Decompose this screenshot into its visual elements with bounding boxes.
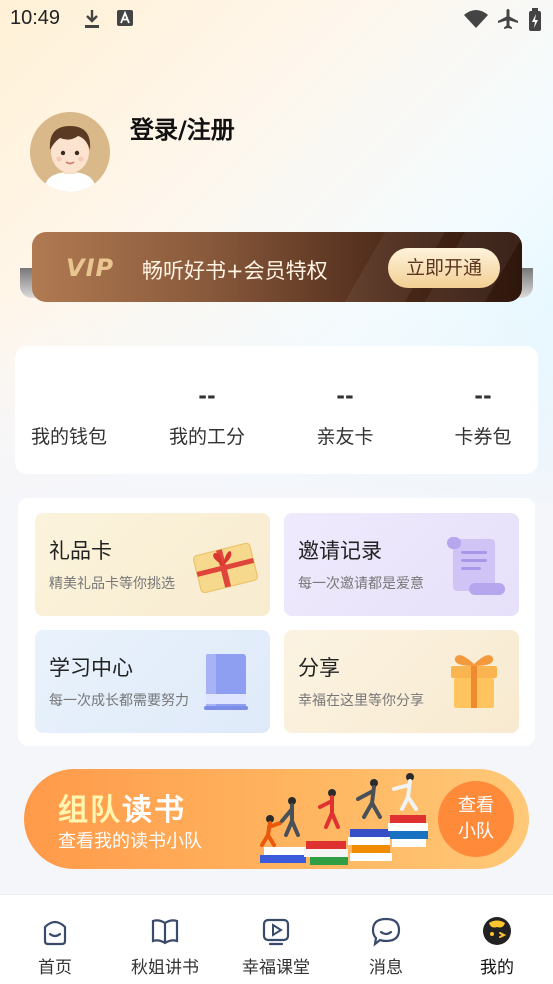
profile-face-icon (483, 917, 511, 945)
nav-label: 秋姐讲书 (131, 958, 199, 978)
nav-book-talk[interactable]: 秋姐讲书 (110, 895, 220, 984)
stat-label: 我的工分 (168, 426, 245, 448)
stats-card: 我的钱包 -- 我的工分 -- 亲友卡 -- 卡券包 (15, 346, 538, 474)
scroll-icon (447, 537, 505, 595)
tile-title: 学习中心 (49, 656, 133, 680)
tile-title: 分享 (298, 656, 340, 680)
vip-open-button[interactable]: 立即开通 (388, 248, 500, 288)
team-banner-title: 组队读书 (58, 785, 186, 829)
tile-subtitle: 幸福在这里等你分享 (298, 693, 424, 709)
feature-grid: 礼品卡 精美礼品卡等你挑选 邀请记录 每一次邀请都是爱意 学习中心 每一次成长都… (18, 498, 535, 746)
gift-card-icon (192, 542, 258, 594)
wifi-icon (464, 10, 488, 28)
home-icon (43, 920, 67, 946)
tile-learning-center[interactable]: 学习中心 每一次成长都需要努力 (35, 630, 270, 733)
stat-value: -- (198, 384, 216, 408)
nav-label: 消息 (369, 958, 403, 978)
tile-gift-card[interactable]: 礼品卡 精美礼品卡等你挑选 (35, 513, 270, 616)
view-team-line1: 查看 (458, 795, 494, 816)
login-register-link[interactable]: 登录/注册 (130, 110, 235, 145)
status-bar: 10:49 (0, 0, 553, 38)
avatar[interactable] (30, 112, 110, 192)
tile-subtitle: 每一次成长都需要努力 (49, 693, 189, 709)
team-reading-banner[interactable]: 组队读书 查看我的读书小队 查看 小队 (24, 769, 529, 869)
stat-value: -- (474, 384, 492, 408)
nav-mine[interactable]: 我的 (442, 895, 552, 984)
stat-label: 我的钱包 (30, 426, 107, 448)
play-icon (262, 918, 290, 946)
tile-subtitle: 每一次邀请都是爱意 (298, 576, 424, 592)
avatar-illustration (30, 112, 110, 192)
nav-label: 我的 (480, 958, 514, 978)
nav-home[interactable]: 首页 (0, 895, 110, 984)
stat-value: -- (336, 384, 354, 408)
tile-invite-records[interactable]: 邀请记录 每一次邀请都是爱意 (284, 513, 519, 616)
nav-label: 首页 (38, 958, 72, 978)
gift-box-icon (451, 655, 497, 708)
nav-messages[interactable]: 消息 (331, 895, 441, 984)
view-team-button[interactable]: 查看 小队 (438, 781, 514, 857)
team-title-part-a: 组队 (58, 793, 122, 828)
team-climbing-illustration (260, 773, 428, 865)
vip-banner[interactable]: VIP 畅听好书+会员特权 立即开通 (20, 228, 533, 304)
tile-title: 邀请记录 (298, 539, 382, 563)
nav-label: 幸福课堂 (242, 958, 310, 978)
bottom-nav: 首页 秋姐讲书 幸福课堂 消息 我的 (0, 894, 553, 984)
tile-share[interactable]: 分享 幸福在这里等你分享 (284, 630, 519, 733)
nav-classroom[interactable]: 幸福课堂 (221, 895, 331, 984)
tile-title: 礼品卡 (49, 539, 112, 563)
chat-icon (371, 917, 401, 947)
text-a-icon (117, 10, 133, 26)
stat-label: 卡券包 (454, 426, 512, 448)
download-icon (85, 10, 99, 28)
team-title-part-b: 读书 (122, 793, 186, 828)
battery-icon (529, 8, 541, 31)
view-team-line2: 小队 (458, 821, 494, 842)
tile-subtitle: 精美礼品卡等你挑选 (49, 576, 175, 592)
book-icon (204, 654, 248, 710)
team-banner-subtitle: 查看我的读书小队 (58, 831, 202, 852)
stat-label: 亲友卡 (316, 426, 374, 448)
open-book-icon (151, 919, 179, 945)
vip-logo: VIP (66, 254, 115, 282)
vip-card: VIP 畅听好书+会员特权 立即开通 (32, 232, 522, 302)
status-time: 10:49 (10, 7, 61, 29)
vip-banner-text: 畅听好书+会员特权 (142, 259, 328, 283)
airplane-icon (498, 9, 518, 29)
